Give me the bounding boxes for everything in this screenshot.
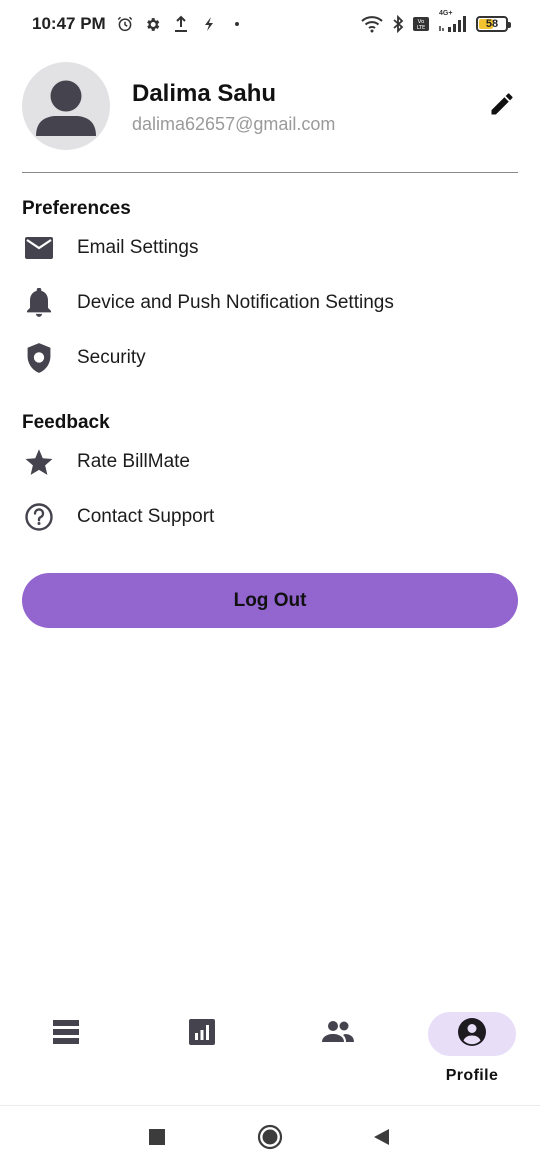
security-label: Security bbox=[77, 347, 146, 368]
nav-profile-button[interactable] bbox=[428, 1012, 516, 1056]
contact-support-item[interactable]: Contact Support bbox=[22, 495, 518, 539]
battery-text: 58 bbox=[485, 18, 499, 30]
shield-icon bbox=[22, 341, 56, 375]
wifi-icon bbox=[360, 15, 384, 33]
dot-icon bbox=[228, 15, 246, 33]
mail-icon bbox=[22, 231, 56, 265]
list-icon bbox=[52, 1019, 80, 1050]
profile-name: Dalima Sahu bbox=[132, 80, 277, 107]
rate-app-label: Rate BillMate bbox=[77, 451, 190, 472]
network-type: 4G+ bbox=[439, 10, 453, 17]
security-item[interactable]: Security bbox=[22, 336, 518, 380]
profile-header: Dalima Sahu dalima62657@gmail.com bbox=[22, 62, 518, 150]
download-icon bbox=[172, 15, 190, 33]
bluetooth-icon bbox=[392, 15, 404, 33]
pencil-icon bbox=[488, 90, 516, 123]
star-icon bbox=[22, 445, 56, 479]
profile-screen: 10:47 PM Vo LTE 4G+ 58 Dalima Sahu dalim… bbox=[0, 0, 540, 1170]
flash-icon bbox=[200, 15, 218, 33]
email-settings-item[interactable]: Email Settings bbox=[22, 226, 518, 270]
status-right: Vo LTE 4G+ 58 bbox=[360, 10, 511, 33]
nav-group-button[interactable] bbox=[294, 1012, 382, 1056]
system-navigation-bar bbox=[0, 1105, 540, 1170]
chart-icon bbox=[189, 1018, 215, 1050]
bell-icon bbox=[22, 286, 56, 320]
group-icon bbox=[322, 1020, 354, 1049]
edit-profile-button[interactable] bbox=[486, 90, 518, 122]
help-circle-icon bbox=[22, 500, 56, 534]
svg-text:LTE: LTE bbox=[417, 25, 425, 31]
home-button[interactable] bbox=[255, 1124, 285, 1154]
notification-settings-item[interactable]: Device and Push Notification Settings bbox=[22, 281, 518, 325]
nav-chart-button[interactable] bbox=[158, 1012, 246, 1056]
divider bbox=[22, 172, 518, 173]
rate-app-item[interactable]: Rate BillMate bbox=[22, 440, 518, 484]
signal-icon: 4G+ bbox=[438, 10, 468, 33]
square-icon bbox=[148, 1128, 166, 1151]
account-circle-icon bbox=[457, 1017, 487, 1052]
status-left: 10:47 PM bbox=[32, 14, 246, 34]
back-triangle-icon bbox=[371, 1127, 391, 1152]
battery-icon: 58 bbox=[476, 16, 511, 32]
logout-button[interactable]: Log Out bbox=[22, 573, 518, 628]
contact-support-label: Contact Support bbox=[77, 506, 215, 527]
nav-list-button[interactable] bbox=[22, 1012, 110, 1056]
gear-icon bbox=[144, 15, 162, 33]
home-circle-icon bbox=[257, 1124, 283, 1155]
email-settings-label: Email Settings bbox=[77, 237, 199, 258]
preferences-section-title: Preferences bbox=[22, 198, 131, 219]
recent-apps-button[interactable] bbox=[142, 1124, 172, 1154]
notification-settings-label: Device and Push Notification Settings bbox=[77, 292, 394, 313]
alarm-icon bbox=[116, 15, 134, 33]
volte-icon: Vo LTE bbox=[412, 15, 430, 33]
bottom-navigation: Profile bbox=[0, 1000, 540, 1104]
person-avatar-icon bbox=[22, 62, 110, 150]
nav-profile-label: Profile bbox=[445, 1067, 499, 1084]
status-time: 10:47 PM bbox=[32, 14, 106, 33]
profile-email: dalima62657@gmail.com bbox=[132, 114, 336, 134]
back-button[interactable] bbox=[366, 1124, 396, 1154]
status-bar: 10:47 PM Vo LTE 4G+ 58 bbox=[0, 0, 540, 48]
feedback-section-title: Feedback bbox=[22, 412, 110, 433]
